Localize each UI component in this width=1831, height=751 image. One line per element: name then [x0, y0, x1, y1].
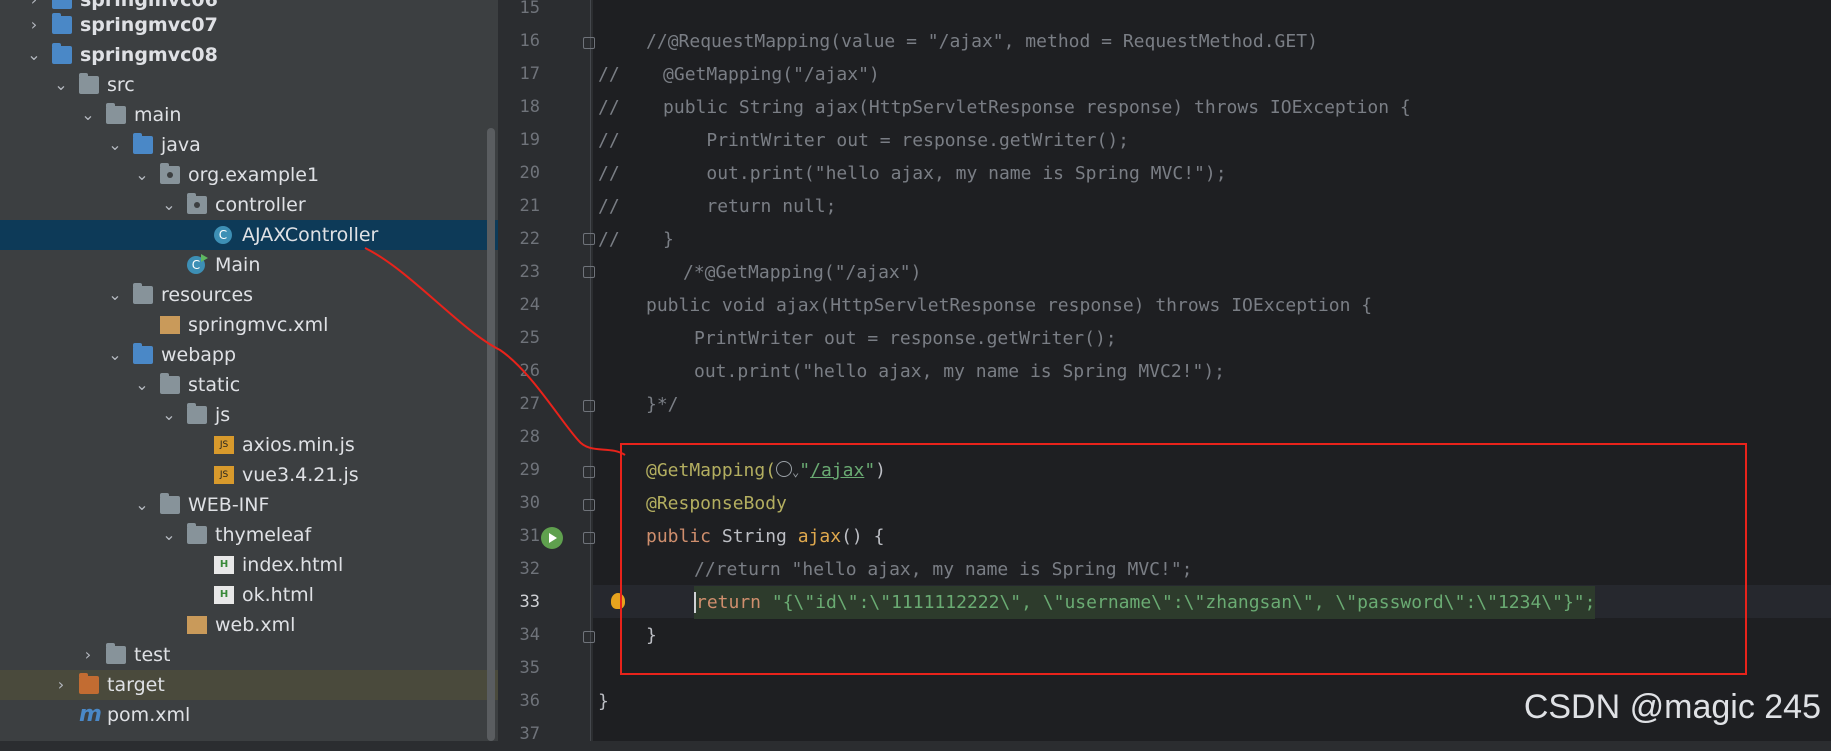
watermark: CSDN @magic 245	[1523, 688, 1821, 726]
annotation-arrow	[364, 247, 626, 456]
